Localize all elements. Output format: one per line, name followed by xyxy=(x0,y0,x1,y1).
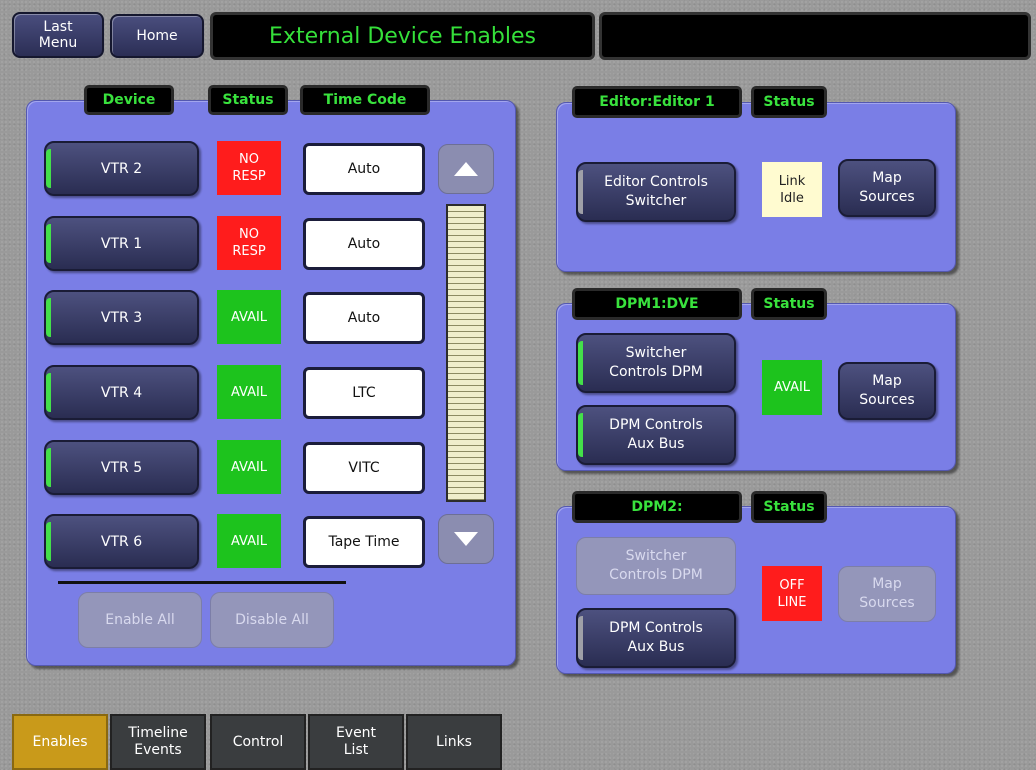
status-column-header: Status xyxy=(208,85,288,115)
device-button-vtr2[interactable]: VTR 2 xyxy=(44,141,199,196)
device-status-vtr6: AVAIL xyxy=(217,514,281,568)
timecode-column-header: Time Code xyxy=(300,85,430,115)
device-status-vtr1: NO RESP xyxy=(217,216,281,270)
dpm2-header: DPM2: xyxy=(572,491,742,523)
disable-all-button[interactable]: Disable All xyxy=(210,592,334,648)
dpm1-status-header: Status xyxy=(751,288,827,320)
device-status-vtr5: AVAIL xyxy=(217,440,281,494)
last-menu-button[interactable]: Last Menu xyxy=(12,12,104,58)
dpm2-status: OFF LINE xyxy=(762,566,822,621)
dpm1-map-sources-button[interactable]: Map Sources xyxy=(838,362,936,420)
device-status-vtr4: AVAIL xyxy=(217,365,281,419)
scroll-up-button[interactable] xyxy=(438,144,494,194)
editor-header: Editor:Editor 1 xyxy=(572,86,742,118)
device-button-vtr1[interactable]: VTR 1 xyxy=(44,216,199,271)
home-button[interactable]: Home xyxy=(110,14,204,58)
device-button-vtr6[interactable]: VTR 6 xyxy=(44,514,199,569)
dpm1-switcher-controls-button[interactable]: Switcher Controls DPM xyxy=(576,333,736,393)
timecode-field-vtr4[interactable]: LTC xyxy=(303,367,425,419)
dpm2-switcher-controls-button[interactable]: Switcher Controls DPM xyxy=(576,537,736,595)
page-title: External Device Enables xyxy=(210,12,595,60)
editor-status-header: Status xyxy=(751,86,827,118)
scroll-down-button[interactable] xyxy=(438,514,494,564)
editor-map-sources-button[interactable]: Map Sources xyxy=(838,159,936,217)
timecode-field-vtr3[interactable]: Auto xyxy=(303,292,425,344)
tab-links[interactable]: Links xyxy=(406,714,502,770)
dpm1-dpm-controls-aux-button[interactable]: DPM Controls Aux Bus xyxy=(576,405,736,465)
timecode-field-vtr6[interactable]: Tape Time xyxy=(303,516,425,568)
dpm1-status: AVAIL xyxy=(762,360,822,415)
device-status-vtr2: NO RESP xyxy=(217,141,281,195)
dpm2-dpm-controls-aux-button[interactable]: DPM Controls Aux Bus xyxy=(576,608,736,668)
device-button-vtr5[interactable]: VTR 5 xyxy=(44,440,199,495)
divider-line xyxy=(58,581,346,584)
editor-controls-switcher-button[interactable]: Editor Controls Switcher xyxy=(576,162,736,222)
device-column-header: Device xyxy=(84,85,174,115)
device-button-vtr4[interactable]: VTR 4 xyxy=(44,365,199,420)
down-arrow-icon xyxy=(454,532,478,546)
scrollbar-track[interactable] xyxy=(446,204,486,502)
device-status-vtr3: AVAIL xyxy=(217,290,281,344)
dpm1-header: DPM1:DVE xyxy=(572,288,742,320)
timecode-field-vtr1[interactable]: Auto xyxy=(303,218,425,270)
timecode-field-vtr5[interactable]: VITC xyxy=(303,442,425,494)
info-display xyxy=(599,12,1031,60)
device-button-vtr3[interactable]: VTR 3 xyxy=(44,290,199,345)
editor-link-status: Link Idle xyxy=(762,162,822,217)
tab-enables[interactable]: Enables xyxy=(12,714,108,770)
dpm2-map-sources-button[interactable]: Map Sources xyxy=(838,566,936,622)
enable-all-button[interactable]: Enable All xyxy=(78,592,202,648)
tab-control[interactable]: Control xyxy=(210,714,306,770)
tab-event-list[interactable]: Event List xyxy=(308,714,404,770)
up-arrow-icon xyxy=(454,162,478,176)
dpm2-status-header: Status xyxy=(751,491,827,523)
timecode-field-vtr2[interactable]: Auto xyxy=(303,143,425,195)
tab-timeline-events[interactable]: Timeline Events xyxy=(110,714,206,770)
